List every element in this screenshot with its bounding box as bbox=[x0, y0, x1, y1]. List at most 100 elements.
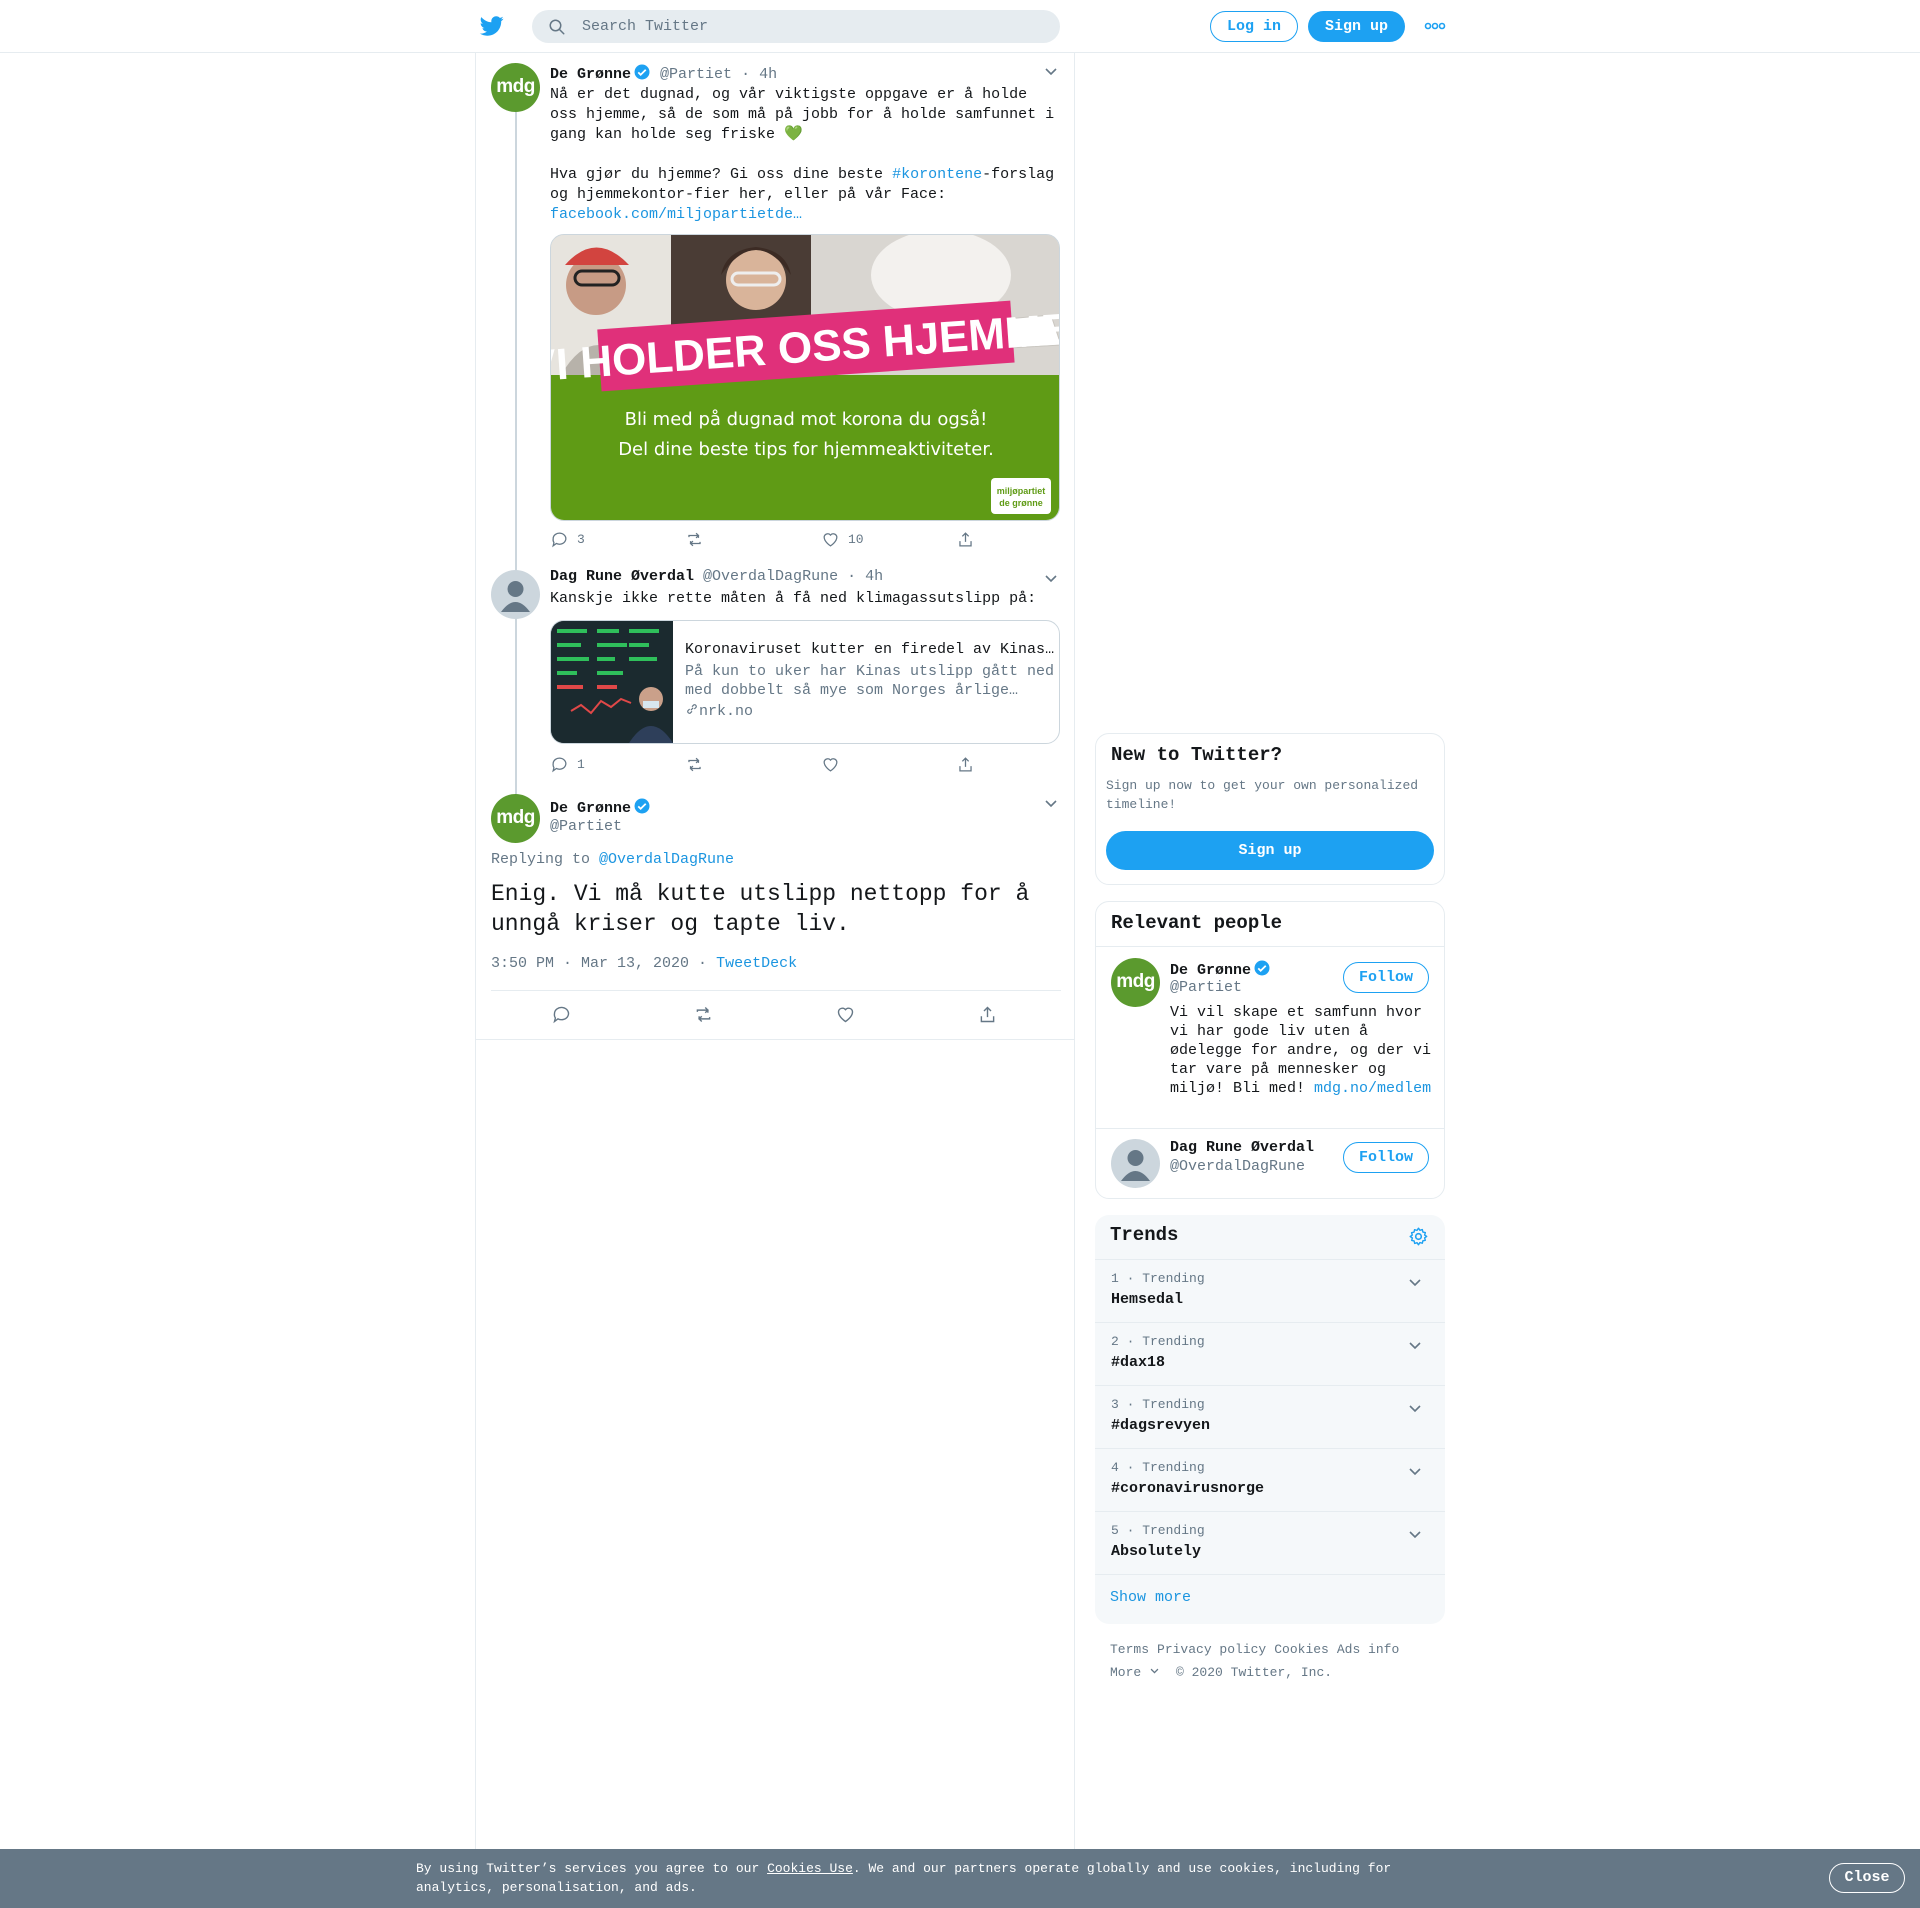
reply-button[interactable]: 3 bbox=[550, 530, 585, 549]
trend-item[interactable]: 4 · Trending #coronavirusnorge bbox=[1095, 1448, 1445, 1511]
login-button[interactable]: Log in bbox=[1210, 11, 1298, 42]
footer-link-cookies[interactable]: Cookies bbox=[1274, 1642, 1329, 1657]
tweet-image[interactable]: VI HOLDER OSS HJEMME! Bli med på dugnad … bbox=[550, 234, 1060, 521]
retweet-button[interactable] bbox=[685, 530, 704, 549]
search-input[interactable]: Search Twitter bbox=[582, 18, 708, 35]
tweet-actions: 3 10 bbox=[550, 530, 1060, 554]
divider bbox=[1095, 1574, 1445, 1575]
avatar[interactable] bbox=[491, 570, 540, 619]
cookie-close-button[interactable]: Close bbox=[1829, 1863, 1905, 1893]
chevron-down-icon[interactable] bbox=[1407, 1526, 1423, 1542]
avatar[interactable]: mdg bbox=[491, 63, 540, 112]
reply-icon bbox=[552, 532, 567, 548]
footer-link-ads-info[interactable]: Ads info bbox=[1337, 1642, 1399, 1657]
twitter-bird-icon[interactable] bbox=[478, 14, 506, 38]
chevron-down-icon[interactable] bbox=[1043, 795, 1059, 811]
verified-badge-icon bbox=[1254, 960, 1270, 976]
like-button[interactable] bbox=[835, 1004, 856, 1025]
focus-tweet-text: Enig. Vi må kutte utslipp nettopp for å … bbox=[491, 881, 1030, 937]
copyright: © 2020 Twitter, Inc. bbox=[1176, 1665, 1333, 1680]
tweet-source-link[interactable]: TweetDeck bbox=[716, 955, 797, 972]
more-options-icon[interactable] bbox=[1424, 20, 1446, 32]
retweet-button[interactable] bbox=[693, 1004, 714, 1025]
chevron-down-icon[interactable] bbox=[1407, 1337, 1423, 1353]
avatar[interactable]: mdg bbox=[1111, 958, 1160, 1007]
share-button[interactable] bbox=[956, 755, 975, 774]
signup-button[interactable]: Sign up bbox=[1308, 11, 1405, 42]
retweet-button[interactable] bbox=[685, 755, 704, 774]
reply-button[interactable] bbox=[551, 1004, 572, 1025]
like-button[interactable] bbox=[821, 755, 840, 774]
trend-name[interactable]: #coronavirusnorge bbox=[1111, 1480, 1264, 1497]
trend-item[interactable]: 2 · Trending #dax18 bbox=[1095, 1322, 1445, 1385]
chevron-down-icon[interactable] bbox=[1407, 1400, 1423, 1416]
reply-button[interactable]: 1 bbox=[550, 755, 585, 774]
trends-box: Trends 1 · Trending Hemsedal 2 · Trendin… bbox=[1095, 1215, 1445, 1624]
heart-icon bbox=[823, 533, 838, 547]
person-handle[interactable]: @Partiet bbox=[1170, 979, 1242, 996]
link-card[interactable]: Koronaviruset kutter en firedel av Kinas… bbox=[550, 620, 1060, 744]
follow-button[interactable]: Follow bbox=[1343, 1142, 1429, 1173]
share-button[interactable] bbox=[977, 1004, 998, 1025]
person-name[interactable]: Dag Rune Øverdal bbox=[1170, 1139, 1314, 1156]
external-link[interactable]: facebook.com/miljopartietde… bbox=[550, 206, 802, 223]
retweet-icon bbox=[696, 1007, 711, 1022]
tweet-actions: 1 bbox=[550, 755, 1060, 779]
trend-item[interactable]: 1 · Trending Hemsedal bbox=[1095, 1259, 1445, 1322]
person-name[interactable]: De Grønne bbox=[1170, 962, 1251, 979]
tweet-text: Kanskje ikke rette måten å få ned klimag… bbox=[550, 590, 1037, 607]
like-button[interactable]: 10 bbox=[821, 530, 864, 549]
verified-badge-icon bbox=[634, 798, 650, 814]
author-handle[interactable]: @OverdalDagRune bbox=[703, 568, 838, 585]
tweet-time[interactable]: · 4h bbox=[847, 568, 883, 585]
person-bio-link[interactable]: mdg.no/medlem bbox=[1314, 1080, 1431, 1097]
author-handle[interactable]: @Partiet bbox=[660, 66, 732, 83]
footer-more[interactable]: More bbox=[1110, 1665, 1160, 1680]
search-box[interactable]: Search Twitter bbox=[532, 10, 1060, 43]
author-name[interactable]: Dag Rune Øverdal bbox=[550, 568, 694, 585]
sidebar-signup-button[interactable]: Sign up bbox=[1106, 831, 1434, 870]
avatar[interactable] bbox=[1111, 1139, 1160, 1188]
tweet-time[interactable]: · 4h bbox=[741, 66, 777, 83]
tweet-timestamp: 3:50 PM · Mar 13, 2020 · TweetDeck bbox=[491, 955, 797, 972]
share-button[interactable] bbox=[956, 530, 975, 549]
tweet-image-graphic: VI HOLDER OSS HJEMME! Bli med på dugnad … bbox=[551, 235, 1059, 520]
replying-to-link[interactable]: @OverdalDagRune bbox=[599, 851, 734, 868]
top-bar: Search Twitter Log in Sign up bbox=[0, 0, 1920, 53]
person-handle[interactable]: @OverdalDagRune bbox=[1170, 1158, 1305, 1175]
author-handle[interactable]: @Partiet bbox=[550, 818, 622, 835]
hashtag-link[interactable]: #korontene bbox=[892, 166, 982, 183]
avatar[interactable]: mdg bbox=[491, 794, 540, 843]
box-title: New to Twitter? bbox=[1111, 744, 1283, 766]
person-header: Dag Rune Øverdal bbox=[1170, 1139, 1314, 1156]
timeline-column: mdg De Grønne @Partiet · 4h Nå er det du… bbox=[475, 53, 1075, 1908]
timestamp-text[interactable]: 3:50 PM · Mar 13, 2020 · bbox=[491, 955, 707, 972]
footer-link-privacy[interactable]: Privacy policy bbox=[1157, 1642, 1266, 1657]
cookies-use-link[interactable]: Cookies Use bbox=[767, 1861, 853, 1876]
trend-item[interactable]: 5 · Trending Absolutely bbox=[1095, 1511, 1445, 1574]
trend-name[interactable]: #dax18 bbox=[1111, 1354, 1165, 1371]
chevron-down-icon[interactable] bbox=[1407, 1463, 1423, 1479]
tweet-text-para-2: Hva gjør du hjemme? Gi oss dine beste bbox=[550, 166, 893, 183]
follow-button[interactable]: Follow bbox=[1343, 962, 1429, 993]
footer-link-terms[interactable]: Terms bbox=[1110, 1642, 1149, 1657]
show-more-link[interactable]: Show more bbox=[1110, 1589, 1191, 1606]
tweet-text: Nå er det dugnad, og vår viktigste oppga… bbox=[550, 85, 1060, 225]
chevron-down-icon[interactable] bbox=[1043, 570, 1059, 586]
trend-name[interactable]: Absolutely bbox=[1111, 1543, 1201, 1560]
box-title: Trends bbox=[1110, 1224, 1179, 1246]
link-card-domain-text: nrk.no bbox=[699, 703, 754, 720]
author-name[interactable]: De Grønne bbox=[550, 800, 631, 817]
trend-item[interactable]: 3 · Trending #dagsrevyen bbox=[1095, 1385, 1445, 1448]
trend-name[interactable]: #dagsrevyen bbox=[1111, 1417, 1210, 1434]
chevron-down-icon[interactable] bbox=[1407, 1274, 1423, 1290]
search-icon bbox=[549, 19, 565, 35]
retweet-icon bbox=[688, 532, 701, 547]
share-icon bbox=[959, 532, 972, 547]
trend-name[interactable]: Hemsedal bbox=[1111, 1291, 1183, 1308]
cookie-text-before: By using Twitter’s services you agree to… bbox=[416, 1861, 768, 1876]
chevron-down-icon[interactable] bbox=[1043, 63, 1059, 79]
default-avatar-icon bbox=[1121, 1150, 1150, 1181]
settings-gear-icon[interactable] bbox=[1408, 1226, 1429, 1247]
author-name[interactable]: De Grønne bbox=[550, 66, 631, 83]
